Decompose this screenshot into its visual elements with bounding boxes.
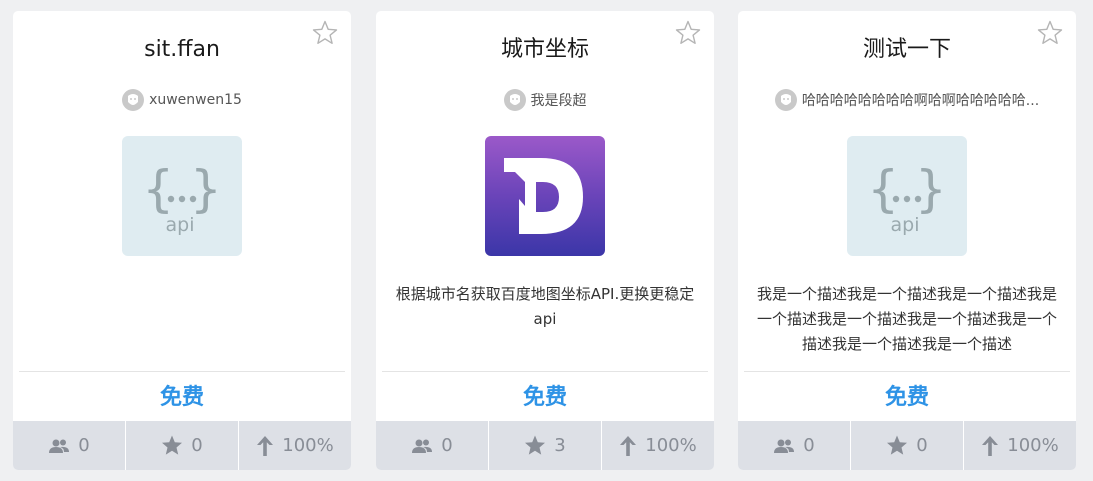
stats-bar: 0 0 100% — [13, 421, 351, 470]
divider — [744, 371, 1070, 372]
star-icon — [162, 435, 183, 455]
success-rate: 100% — [645, 435, 697, 456]
arrow-up-icon — [982, 435, 999, 456]
dash-d-logo — [504, 158, 583, 234]
star-icon — [525, 435, 546, 455]
favorites-stat: 0 — [125, 421, 238, 470]
avatar-icon — [122, 89, 145, 111]
api-braces-icon: { } api — [142, 160, 222, 236]
favorites-count: 3 — [554, 435, 566, 456]
divider — [19, 371, 345, 372]
dash-logo — [485, 136, 605, 256]
author-name: xuwenwen15 — [149, 92, 242, 108]
avatar-icon — [774, 89, 797, 111]
author-name: 哈哈哈哈哈哈哈哈啊哈啊哈哈哈哈哈... — [801, 93, 1040, 109]
svg-text:{ }: { } — [142, 160, 222, 218]
arrow-up-icon — [257, 435, 274, 456]
star-icon — [887, 435, 908, 455]
author: xuwenwen15 — [13, 89, 351, 111]
users-icon — [412, 439, 433, 453]
author-name: 我是段超 — [530, 93, 587, 109]
stats-bar: 0 0 100% — [738, 421, 1076, 470]
card-title[interactable]: sit.ffan — [13, 35, 351, 65]
author: 我是段超 — [376, 89, 714, 111]
avatar-icon — [503, 89, 526, 111]
card-title[interactable]: 测试一下 — [738, 35, 1076, 65]
api-logo: { } api — [847, 136, 967, 256]
api-braces-icon: { } api — [867, 160, 947, 236]
favorites-stat: 0 — [850, 421, 963, 470]
success-rate-stat: 100% — [963, 421, 1076, 470]
users-stat: 0 — [13, 421, 125, 470]
users-stat: 0 — [376, 421, 488, 470]
success-rate: 100% — [1007, 435, 1059, 456]
divider — [382, 371, 708, 372]
success-rate: 100% — [282, 435, 334, 456]
svg-text:{ }: { } — [867, 160, 947, 218]
users-icon — [774, 439, 795, 453]
price-label: 免费 — [159, 385, 204, 410]
success-rate-stat: 100% — [601, 421, 714, 470]
price-label: 免费 — [522, 385, 567, 410]
favorites-count: 0 — [191, 435, 203, 456]
users-count: 0 — [803, 435, 815, 456]
api-card[interactable]: 测试一下 哈哈哈哈哈哈哈哈啊哈啊哈哈哈哈哈... { } api 我是一个描述我… — [738, 11, 1076, 470]
author: 哈哈哈哈哈哈哈哈啊哈啊哈哈哈哈哈... — [738, 89, 1076, 111]
favorites-stat: 3 — [488, 421, 601, 470]
api-card[interactable]: 城市坐标 我是段超 根据城市名获取百度地图坐标API.更换更稳定api 免费 0… — [376, 11, 714, 470]
stats-bar: 0 3 100% — [376, 421, 714, 470]
card-description: 我是一个描述我是一个描述我是一个描述我是一个描述我是一个描述我是一个描述我是一个… — [756, 285, 1057, 353]
svg-text:api: api — [891, 214, 920, 236]
api-card[interactable]: sit.ffan xuwenwen15 { } api 免费 0 0 100% — [13, 11, 351, 470]
users-icon — [49, 439, 70, 453]
users-stat: 0 — [738, 421, 850, 470]
arrow-up-icon — [620, 435, 637, 456]
api-logo: { } api — [122, 136, 242, 256]
users-count: 0 — [441, 435, 453, 456]
success-rate-stat: 100% — [238, 421, 351, 470]
card-title[interactable]: 城市坐标 — [376, 35, 714, 65]
users-count: 0 — [78, 435, 90, 456]
card-description: 根据城市名获取百度地图坐标API.更换更稳定api — [395, 285, 695, 328]
svg-text:api: api — [166, 214, 195, 236]
price-label: 免费 — [884, 385, 929, 410]
favorites-count: 0 — [916, 435, 928, 456]
